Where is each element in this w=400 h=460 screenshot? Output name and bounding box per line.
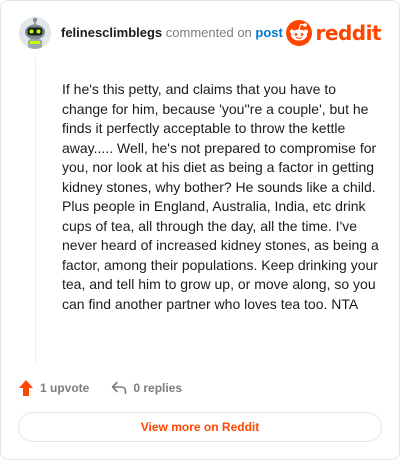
comment-body: If he's this petty, and claims that you … <box>62 81 379 312</box>
replies-button[interactable]: 0 replies <box>111 381 182 395</box>
reply-count: 0 replies <box>133 381 183 395</box>
comment-embed-card: felinesclimblegs commented on post reddi… <box>0 0 400 460</box>
comment-actions: 1 upvote 0 replies <box>18 377 182 399</box>
view-more-button[interactable]: View more on Reddit <box>18 412 382 442</box>
username-link[interactable]: felinesclimblegs <box>61 25 162 40</box>
post-link[interactable]: post <box>255 25 282 40</box>
reddit-logo-icon <box>285 20 312 46</box>
reddit-brand[interactable]: reddit <box>285 20 382 46</box>
thread-line <box>35 57 36 365</box>
upvote-arrow-icon <box>19 380 33 396</box>
upvote-count: 1 upvote <box>40 381 90 395</box>
comment-header: felinesclimblegs commented on post reddi… <box>19 17 382 49</box>
upvote-button[interactable]: 1 upvote <box>18 379 89 397</box>
snoo-avatar-icon[interactable] <box>19 17 51 49</box>
comment-byline: felinesclimblegs commented on post <box>61 25 283 40</box>
byline-action-text: commented on <box>165 25 252 40</box>
reddit-wordmark: reddit <box>315 21 382 45</box>
reply-icon <box>112 381 127 395</box>
